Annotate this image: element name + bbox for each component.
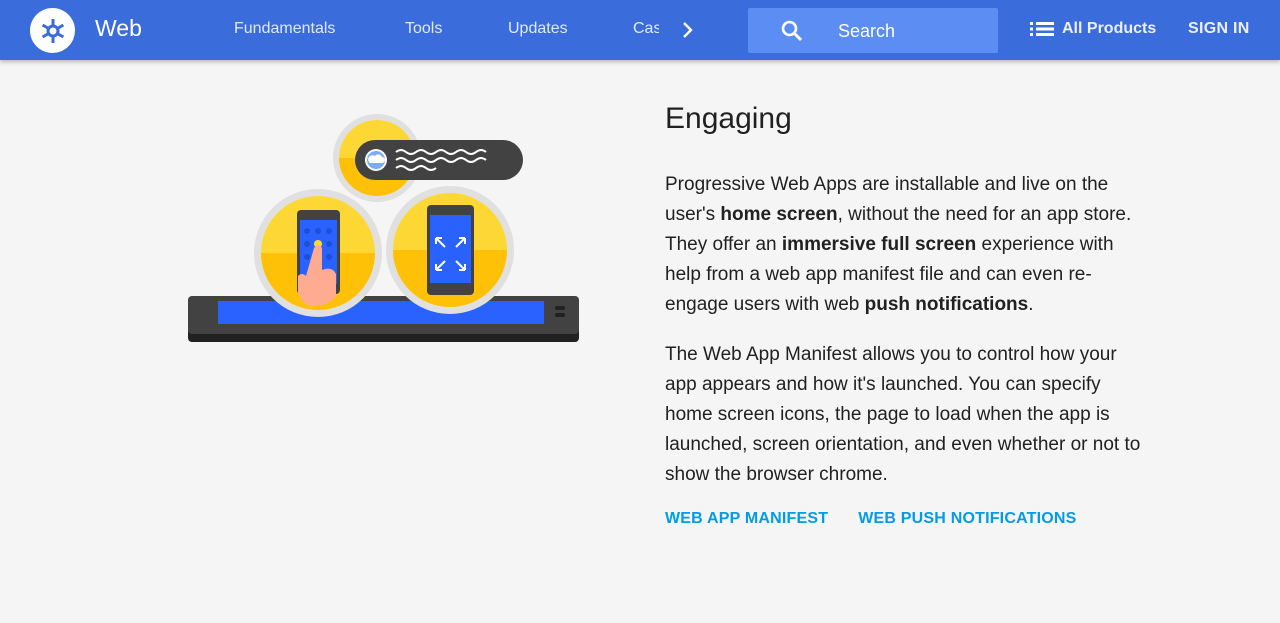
search-box[interactable]: Search [748, 8, 998, 53]
web-push-notifications-link[interactable]: WEB PUSH NOTIFICATIONS [858, 510, 1076, 528]
sign-in-button[interactable]: SIGN IN [1188, 20, 1250, 38]
site-name[interactable]: Web [95, 15, 142, 42]
section-heading: Engaging [665, 102, 792, 135]
top-app-bar: Web Fundamentals Tools Updates Cas Searc… [0, 0, 1280, 60]
engaging-section: Engaging Progressive Web Apps are instal… [665, 102, 1145, 528]
chevron-right-icon [683, 22, 693, 38]
intro-paragraph: Progressive Web Apps are installable and… [665, 170, 1145, 320]
manifest-paragraph: The Web App Manifest allows you to contr… [665, 344, 1141, 485]
nav-updates[interactable]: Updates [508, 20, 568, 38]
intro-text-4: . [1028, 294, 1034, 315]
nav-scroll-right-button[interactable] [674, 16, 702, 44]
web-logo-icon[interactable] [30, 8, 75, 53]
intro-bold-push: push notifications [864, 294, 1029, 315]
search-icon [781, 20, 803, 42]
intro-bold-home-screen: home screen [720, 204, 838, 225]
engaging-illustration [180, 110, 590, 350]
section-links: WEB APP MANIFEST WEB PUSH NOTIFICATIONS [665, 510, 1145, 528]
nav-case-studies[interactable]: Cas [633, 20, 659, 38]
all-products-label: All Products [1062, 20, 1157, 37]
intro-bold-immersive: immersive full screen [781, 234, 977, 255]
nav-fundamentals[interactable]: Fundamentals [234, 20, 335, 38]
nav-tools[interactable]: Tools [405, 20, 442, 38]
web-app-manifest-link[interactable]: WEB APP MANIFEST [665, 510, 828, 528]
search-input[interactable]: Search [838, 21, 895, 42]
all-products-button[interactable]: All Products [1030, 20, 1156, 38]
list-icon [1030, 22, 1054, 36]
nav-case-studies-label: Cas [633, 20, 659, 37]
